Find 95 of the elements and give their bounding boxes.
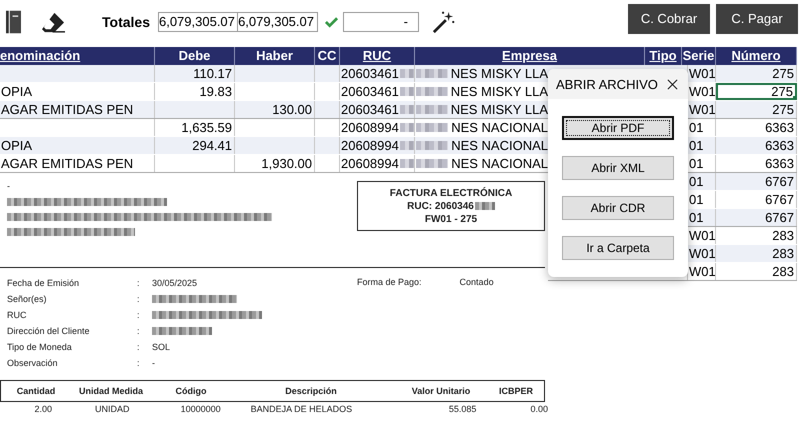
column-header: Valor Unitario bbox=[410, 386, 472, 396]
blurred-text bbox=[416, 123, 448, 132]
table-cell: NES MISKY LLA bbox=[450, 101, 548, 118]
book-icon[interactable] bbox=[6, 10, 21, 34]
document-text: - bbox=[7, 181, 11, 191]
blurred-text bbox=[474, 202, 495, 210]
dialog-button[interactable]: Abrir CDR bbox=[562, 196, 674, 220]
difference-field: - bbox=[342, 12, 419, 32]
blurred-text bbox=[400, 141, 414, 150]
table-cell: 294.41 bbox=[155, 137, 235, 154]
table-cell: 1,635.59 bbox=[155, 119, 235, 136]
table-cell: AGAR EMITIDAS PEN bbox=[0, 101, 155, 118]
blurred-text bbox=[400, 105, 414, 114]
action-button[interactable]: C. Cobrar bbox=[628, 4, 710, 34]
field-label: Tipo de Moneda bbox=[7, 342, 73, 352]
dialog-title: ABRIR ARCHIVO bbox=[556, 76, 658, 92]
colon-text: : bbox=[137, 310, 141, 320]
table-cell: 20603461 bbox=[341, 83, 399, 100]
table-cell: 20608994 bbox=[341, 119, 399, 136]
field-label: Forma de Pago: bbox=[357, 277, 422, 289]
table-cell: 110.17 bbox=[155, 65, 235, 82]
field-value: 30/05/2025 bbox=[152, 278, 198, 288]
column-header: Descripción bbox=[284, 386, 338, 396]
item-cell-text: 10000000 bbox=[180, 404, 221, 414]
table-cell[interactable]: 283 bbox=[716, 263, 797, 280]
table-cell: AGAR EMITIDAS PEN bbox=[0, 155, 155, 172]
item-cell-text: 55.085 bbox=[448, 404, 476, 414]
table-cell[interactable]: 6363 bbox=[716, 155, 797, 172]
field-value: SOL bbox=[152, 342, 170, 352]
table-cell: 20603461 bbox=[341, 65, 399, 82]
field-label: RUC bbox=[7, 310, 28, 320]
colon-text: : bbox=[137, 326, 141, 336]
table-cell: OPIA bbox=[0, 137, 155, 154]
haber-total-field: 6,079,305.07 bbox=[238, 12, 318, 32]
table-cell: NES MISKY LLA bbox=[450, 65, 548, 82]
table-cell: NES MISKY LLA bbox=[450, 83, 548, 100]
totals-label: Totales bbox=[102, 14, 150, 30]
field-label: Observación bbox=[7, 358, 59, 368]
invoice-title: FACTURA ELECTRÓNICA bbox=[390, 188, 512, 198]
table-cell[interactable]: 275 bbox=[716, 83, 797, 100]
table-cell: 20608994 bbox=[341, 155, 399, 172]
colon-text: : bbox=[137, 342, 141, 352]
eraser-icon[interactable] bbox=[41, 10, 66, 34]
table-cell[interactable]: 283 bbox=[716, 245, 797, 262]
field-label: Fecha de Emisión bbox=[7, 278, 80, 288]
colon-text: : bbox=[137, 358, 141, 368]
blurred-text bbox=[416, 141, 448, 150]
colon-text: : bbox=[137, 294, 141, 304]
blurred-text bbox=[416, 159, 448, 168]
table-cell: NES NACIONAL bbox=[451, 119, 548, 136]
ruc-text: RUC: 2060346 bbox=[407, 200, 474, 212]
dialog-button[interactable]: Ir a Carpeta bbox=[562, 236, 674, 260]
field-value: - bbox=[152, 358, 155, 368]
table-cell: 20608994 bbox=[341, 137, 399, 154]
close-icon[interactable] bbox=[667, 78, 678, 90]
action-button[interactable]: C. Pagar bbox=[716, 4, 798, 34]
blurred-text bbox=[416, 69, 448, 78]
table-cell[interactable]: 6767 bbox=[716, 173, 797, 190]
blurred-text bbox=[400, 123, 414, 132]
table-cell[interactable]: 275 bbox=[716, 101, 797, 118]
invoice-number: FW01 - 275 bbox=[424, 214, 478, 224]
column-header: Código bbox=[174, 386, 208, 396]
table-cell: 20603461 bbox=[341, 101, 399, 118]
column-header: ICBPER bbox=[498, 386, 534, 396]
colon-text: : bbox=[137, 278, 141, 288]
magic-wand-icon[interactable] bbox=[432, 10, 456, 34]
dialog-button[interactable]: Abrir XML bbox=[562, 156, 674, 180]
field-value: Contado bbox=[460, 277, 494, 289]
blurred-text bbox=[400, 159, 414, 168]
column-header: Cantidad bbox=[16, 386, 56, 396]
item-cell-text: UNIDAD bbox=[95, 404, 131, 414]
field-label: Señor(es) bbox=[7, 294, 48, 304]
table-cell[interactable]: 6363 bbox=[716, 137, 797, 154]
blurred-text bbox=[400, 69, 414, 78]
item-cell-text: 2.00 bbox=[33, 404, 52, 414]
table-cell[interactable]: 275 bbox=[716, 65, 797, 82]
table-cell[interactable]: 6767 bbox=[716, 191, 797, 208]
table-cell: 19.83 bbox=[155, 83, 235, 100]
field-label: Dirección del Cliente bbox=[7, 326, 91, 336]
table-cell: NES NACIONAL bbox=[451, 137, 548, 154]
table-cell: NES NACIONAL bbox=[451, 155, 548, 172]
column-header: Unidad Medida bbox=[78, 386, 144, 396]
table-cell: 130.00 bbox=[235, 101, 315, 118]
blurred-text bbox=[400, 87, 414, 96]
blurred-text bbox=[416, 87, 448, 96]
debe-total-field: 6,079,305.07 bbox=[158, 12, 238, 32]
dialog-button[interactable]: Abrir PDF bbox=[562, 116, 674, 140]
table-cell[interactable]: 6767 bbox=[716, 209, 797, 226]
table-cell: 1,930.00 bbox=[235, 155, 315, 172]
table-cell: OPIA bbox=[0, 83, 155, 100]
item-cell-text: 0.00 bbox=[529, 404, 548, 414]
table-cell[interactable]: 6363 bbox=[716, 119, 797, 136]
table-cell[interactable]: 283 bbox=[716, 227, 797, 244]
blurred-text bbox=[416, 105, 448, 114]
item-cell-text: BANDEJA DE HELADOS bbox=[250, 404, 354, 414]
